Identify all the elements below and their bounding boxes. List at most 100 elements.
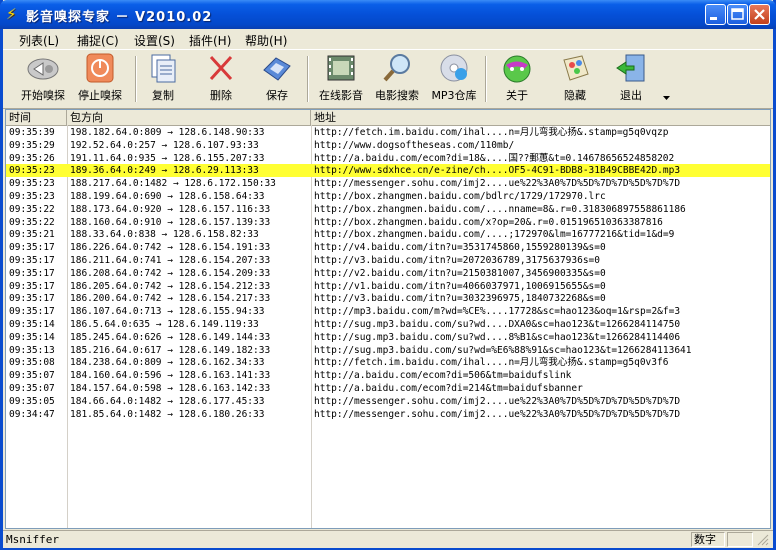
hide-icon bbox=[563, 55, 589, 81]
menu-list[interactable]: 列表(L) bbox=[19, 32, 59, 49]
menu-help[interactable]: 帮助(H) bbox=[245, 32, 287, 49]
menu-plugins[interactable]: 插件(H) bbox=[189, 32, 231, 49]
cell-url: http://sug.mp3.baidu.com/su?wd....8%B1&s… bbox=[314, 331, 681, 343]
cell-url: http://a.baidu.com/ecom?di=214&tm=baiduf… bbox=[314, 383, 583, 394]
cell-direction: 186.226.64.0:742 → 128.6.154.191:33 bbox=[70, 242, 271, 254]
sniff-result-table[interactable]: 时间 包方向 地址 09:35:39 198.182.64.0:809 → 128… bbox=[5, 109, 771, 529]
cell-time: 09:35:22 bbox=[9, 203, 55, 215]
cell-time: 09:35:17 bbox=[9, 242, 55, 254]
table-row[interactable]: 09:35:13 185.216.64.0:617 → 128.6.149.182… bbox=[6, 344, 770, 357]
numlock-indicator: 数字 bbox=[691, 532, 725, 547]
table-row[interactable]: 09:35:14 186.5.64.0:635 → 128.6.149.119:3… bbox=[6, 318, 770, 331]
table-row[interactable]: 09:35:17 186.205.64.0:742 → 128.6.154.212… bbox=[6, 280, 770, 293]
cell-url: http://v2.baidu.com/itn?u=2150381007,345… bbox=[314, 267, 606, 279]
table-row[interactable]: 09:35:07 184.160.64.0:596 → 128.6.163.141… bbox=[6, 369, 770, 382]
cell-direction: 184.66.64.0:1482 → 128.6.177.45:33 bbox=[70, 395, 265, 407]
cell-url: http://box.zhangmen.baidu.com/bdlrc/1729… bbox=[314, 191, 606, 202]
cell-time: 09:35:23 bbox=[9, 165, 55, 177]
cell-url: http://sug.mp3.baidu.com/su?wd=%E6%88%91… bbox=[314, 344, 692, 356]
cell-url: http://a.baidu.com/ecom?di=506&tm=baiduf… bbox=[314, 370, 572, 382]
online-media-button[interactable]: 在线影音 bbox=[315, 52, 367, 106]
stop-sniff-button[interactable]: 停止嗅探 bbox=[73, 52, 127, 106]
delete-button[interactable]: 删除 bbox=[203, 52, 239, 106]
cell-direction: 184.238.64.0:809 → 128.6.162.34:33 bbox=[70, 357, 265, 369]
cell-direction: 198.182.64.0:809 → 128.6.148.90:33 bbox=[70, 127, 265, 138]
cell-time: 09:35:26 bbox=[9, 152, 55, 164]
table-row[interactable]: 09:35:07 184.157.64.0:598 → 128.6.163.142… bbox=[6, 382, 770, 395]
table-row[interactable]: 09:35:26 191.11.64.0:935 → 128.6.155.207:… bbox=[6, 152, 770, 165]
close-button[interactable] bbox=[749, 4, 770, 25]
table-row[interactable]: 09:35:17 186.208.64.0:742 → 128.6.154.209… bbox=[6, 267, 770, 280]
toolbar-separator bbox=[307, 56, 309, 102]
menu-bar: 列表(L) 捕捉(C) 设置(S) 插件(H) 帮助(H) bbox=[3, 29, 773, 49]
table-row[interactable]: 09:35:08 184.238.64.0:809 → 128.6.162.34:… bbox=[6, 356, 770, 369]
cell-time: 09:35:17 bbox=[9, 267, 55, 279]
table-row[interactable]: 09:35:22 188.173.64.0:920 → 128.6.157.116… bbox=[6, 203, 770, 216]
toolbar-separator bbox=[485, 56, 487, 102]
table-row[interactable]: 09:35:22 188.160.64.0:910 → 128.6.157.139… bbox=[6, 216, 770, 229]
exit-icon bbox=[616, 54, 645, 82]
cell-url: http://fetch.im.baidu.com/ihal....n=月儿弯我… bbox=[314, 127, 669, 138]
about-button[interactable]: 关于 bbox=[499, 52, 535, 106]
cell-direction: 189.36.64.0:249 → 128.6.29.113:33 bbox=[70, 165, 259, 177]
cell-time: 09:35:23 bbox=[9, 191, 55, 202]
exit-button[interactable]: 退出 bbox=[613, 52, 649, 106]
cell-time: 09:35:05 bbox=[9, 395, 55, 407]
movie-search-button[interactable]: 电影搜索 bbox=[371, 52, 423, 106]
cell-time: 09:34:47 bbox=[9, 408, 55, 420]
table-row[interactable]: 09:35:17 186.211.64.0:741 → 128.6.154.207… bbox=[6, 254, 770, 267]
toolbar-overflow-icon[interactable] bbox=[663, 96, 670, 101]
cell-time: 09:35:17 bbox=[9, 293, 55, 305]
about-icon bbox=[503, 55, 531, 83]
cell-time: 09:35:08 bbox=[9, 357, 55, 369]
cell-time: 09:35:07 bbox=[9, 370, 55, 382]
cell-time: 09:35:21 bbox=[9, 229, 55, 241]
cell-time: 09:35:39 bbox=[9, 127, 55, 138]
maximize-button[interactable] bbox=[727, 4, 748, 25]
delete-icon bbox=[209, 55, 233, 81]
cell-url: http://v3.baidu.com/itn?u=2072036789,317… bbox=[314, 255, 600, 266]
cell-time: 09:35:13 bbox=[9, 344, 55, 356]
magnifier-icon bbox=[383, 54, 410, 82]
cell-time: 09:35:17 bbox=[9, 280, 55, 292]
cell-time: 09:35:07 bbox=[9, 383, 55, 394]
minimize-button[interactable] bbox=[705, 4, 726, 25]
table-row[interactable]: 09:35:23 188.199.64.0:690 → 128.6.158.64:… bbox=[6, 190, 770, 203]
table-row[interactable]: 09:35:17 186.200.64.0:742 → 128.6.154.217… bbox=[6, 292, 770, 305]
table-row[interactable]: 09:35:17 186.226.64.0:742 → 128.6.154.191… bbox=[6, 241, 770, 254]
lightning-app-icon: ⚡ bbox=[6, 5, 17, 23]
table-row[interactable]: 09:34:47 181.85.64.0:1482 → 128.6.180.26:… bbox=[6, 408, 770, 421]
mp3-store-button[interactable]: MP3仓库 bbox=[431, 52, 477, 106]
column-header-direction[interactable]: 包方向 bbox=[67, 110, 311, 125]
save-icon bbox=[263, 57, 291, 81]
menu-capture[interactable]: 捕捉(C) bbox=[77, 32, 119, 49]
app-window: ⚡ 影音嗅探专家 － V2010.02 列表(L) 捕捉(C) 设置(S) 插件… bbox=[0, 0, 776, 550]
cell-direction: 186.211.64.0:741 → 128.6.154.207:33 bbox=[70, 255, 271, 266]
status-pane bbox=[727, 532, 753, 547]
start-sniff-button[interactable]: 开始嗅探 bbox=[17, 52, 69, 106]
table-row[interactable]: 09:35:29 192.52.64.0:257 → 128.6.107.93:3… bbox=[6, 139, 770, 152]
resize-grip-icon[interactable] bbox=[757, 534, 769, 546]
table-row[interactable]: 09:35:39 198.182.64.0:809 → 128.6.148.90:… bbox=[6, 126, 770, 139]
hide-button[interactable]: 隐藏 bbox=[557, 52, 593, 106]
menu-settings[interactable]: 设置(S) bbox=[134, 32, 175, 49]
save-button[interactable]: 保存 bbox=[259, 52, 295, 106]
column-header-time[interactable]: 时间 bbox=[6, 110, 67, 125]
cell-url: http://fetch.im.baidu.com/ihal....n=月儿弯我… bbox=[314, 357, 669, 369]
table-row[interactable]: 09:35:05 184.66.64.0:1482 → 128.6.177.45:… bbox=[6, 395, 770, 408]
cell-url: http://sug.mp3.baidu.com/su?wd....DXA0&s… bbox=[314, 319, 681, 330]
table-row[interactable]: 09:35:17 186.107.64.0:713 → 128.6.155.94:… bbox=[6, 305, 770, 318]
table-row[interactable]: 09:35:23 188.217.64.0:1482 → 128.6.172.15… bbox=[6, 177, 770, 190]
table-row[interactable]: 09:35:14 185.245.64.0:626 → 128.6.149.144… bbox=[6, 331, 770, 344]
cell-url: http://v4.baidu.com/itn?u=3531745860,155… bbox=[314, 242, 606, 254]
table-row[interactable]: 09:35:23 189.36.64.0:249 → 128.6.29.113:3… bbox=[6, 164, 770, 178]
copy-button[interactable]: 复制 bbox=[145, 52, 181, 106]
cell-direction: 192.52.64.0:257 → 128.6.107.93:33 bbox=[70, 139, 259, 151]
film-icon bbox=[327, 55, 355, 81]
column-header-url[interactable]: 地址 bbox=[311, 110, 770, 125]
table-row[interactable]: 09:35:21 188.33.64.0:838 → 128.6.158.82:3… bbox=[6, 228, 770, 241]
cell-direction: 186.200.64.0:742 → 128.6.154.217:33 bbox=[70, 293, 271, 305]
cell-url: http://box.zhangmen.baidu.com/x?op=20&.r… bbox=[314, 216, 663, 228]
title-bar[interactable]: ⚡ 影音嗅探专家 － V2010.02 bbox=[0, 0, 776, 29]
cell-direction: 186.5.64.0:635 → 128.6.149.119:33 bbox=[70, 319, 259, 330]
